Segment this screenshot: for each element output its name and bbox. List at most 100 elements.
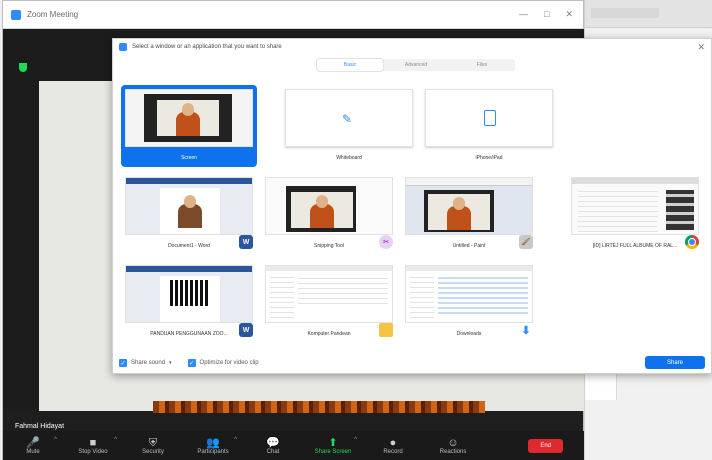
toolbar-label: Stop Video xyxy=(78,449,108,455)
toolbar-mute-button[interactable]: 🎤 Mute ^ xyxy=(3,431,63,460)
paint-icon: 🖌 xyxy=(519,235,533,249)
tile-caption: Whiteboard xyxy=(336,155,362,161)
chevron-down-icon[interactable]: ▾ xyxy=(169,360,172,366)
toolbar-label: Record xyxy=(383,449,403,455)
tile-thumbnail xyxy=(425,89,553,147)
chevron-up-icon[interactable]: ^ xyxy=(54,437,57,443)
dialog-title: Select a window or an application that y… xyxy=(132,44,282,50)
tile-thumbnail xyxy=(405,265,533,323)
tile-caption: Document1 - Word xyxy=(168,243,210,249)
record-icon: ● xyxy=(389,437,397,449)
word-icon: W xyxy=(239,235,253,249)
tile-thumbnail xyxy=(265,177,393,235)
participant-name: Fahmal Hidayat xyxy=(15,423,65,430)
shield-icon: ⛨ xyxy=(148,437,158,449)
dialog-titlebar: Select a window or an application that y… xyxy=(113,39,711,55)
window-title: Zoom Meeting xyxy=(27,10,79,19)
video-background-pattern xyxy=(153,401,485,413)
explorer-file-list xyxy=(298,274,388,304)
snipping-tool-icon: ✂ xyxy=(379,235,393,249)
webcam-person-preview xyxy=(157,100,219,136)
whiteboard-pen-icon: ✎ xyxy=(342,112,353,126)
share-sound-option[interactable]: ✓ Share sound ▾ xyxy=(119,359,172,367)
share-tile-iphone-ipad[interactable]: iPhone/iPad xyxy=(421,85,557,167)
optimize-video-option[interactable]: ✓ Optimize for video clip xyxy=(187,359,259,367)
share-screen-icon: ⬆ xyxy=(328,437,338,449)
qr-code-image xyxy=(170,280,208,306)
tab-basic[interactable]: Basic xyxy=(317,59,383,71)
toolbar-stop-video-button[interactable]: ■ Stop Video ^ xyxy=(63,431,123,460)
reactions-icon: ☺ xyxy=(447,437,459,449)
word-embedded-photo xyxy=(159,192,221,228)
toolbar-label: Share Screen xyxy=(314,449,352,455)
window-controls: — □ ✕ xyxy=(519,9,583,20)
word-ribbon xyxy=(126,266,252,272)
window-titlebar: Zoom Meeting — □ ✕ xyxy=(3,1,583,29)
share-tile-word[interactable]: Document1 - Word W xyxy=(121,173,257,255)
share-tile-word-2[interactable]: PANDUAN PENGGUNAAN ZOO... W xyxy=(121,261,257,343)
share-screen-dialog: Select a window or an application that y… xyxy=(112,38,712,374)
chat-icon: 💬 xyxy=(266,437,280,449)
toolbar-record-button[interactable]: ● Record xyxy=(363,431,423,460)
tile-caption: PANDUAN PENGGUNAAN ZOO... xyxy=(150,331,228,337)
end-meeting-button[interactable]: End xyxy=(528,439,563,453)
paint-ribbon xyxy=(406,178,532,186)
explorer-sidebar xyxy=(270,274,294,318)
share-tile-whiteboard[interactable]: ✎ Whiteboard xyxy=(281,85,417,167)
tile-caption: Komputer Pandean xyxy=(307,331,351,337)
explorer-toolbar xyxy=(406,266,532,271)
share-tile-screen[interactable]: Screen xyxy=(121,85,257,167)
camera-icon: ■ xyxy=(89,437,97,449)
share-tile-snipping-tool[interactable]: Snipping Tool ✂ xyxy=(261,173,397,255)
zoom-logo-icon xyxy=(119,43,127,51)
share-sound-checkbox[interactable]: ✓ xyxy=(119,359,127,367)
webcam-person-preview xyxy=(291,192,353,228)
toolbar-security-button[interactable]: ⛨ Security xyxy=(123,431,183,460)
share-tile-downloads[interactable]: Downloads ⬇ xyxy=(401,261,537,343)
tab-files[interactable]: Files xyxy=(449,59,515,71)
share-tabs: Basic Advanced Files xyxy=(317,59,515,71)
tile-caption: Downloads xyxy=(456,331,482,337)
toolbar-label: Security xyxy=(142,449,164,455)
share-tile-file-explorer[interactable]: Komputer Pandean xyxy=(261,261,397,343)
dialog-close-button[interactable]: ✕ xyxy=(697,42,705,53)
share-button[interactable]: Share xyxy=(645,356,705,369)
chevron-up-icon[interactable]: ^ xyxy=(114,437,117,443)
share-tile-paint[interactable]: Untitled - Paint 🖌 xyxy=(401,173,537,255)
tile-caption: Untitled - Paint xyxy=(452,243,486,249)
toolbar-reactions-button[interactable]: ☺ Reactions xyxy=(423,431,483,460)
browser-tabstrip xyxy=(572,178,698,184)
toolbar-participants-button[interactable]: 👥 Participants ^ xyxy=(183,431,243,460)
background-app-tab[interactable] xyxy=(591,8,659,18)
microphone-icon: 🎤 xyxy=(26,437,40,449)
minimize-button[interactable]: — xyxy=(519,9,528,20)
chevron-up-icon[interactable]: ^ xyxy=(234,437,237,443)
maximize-button[interactable]: □ xyxy=(544,9,549,20)
toolbar-label: Chat xyxy=(266,449,280,455)
browser-video-list xyxy=(666,190,694,230)
toolbar-label: Participants xyxy=(197,449,229,455)
tile-caption: Screen xyxy=(181,155,197,161)
meeting-toolbar: 🎤 Mute ^ ■ Stop Video ^ ⛨ Security 👥 Participants… xyxy=(3,431,585,460)
chrome-icon xyxy=(685,235,699,249)
tile-thumbnail xyxy=(405,177,533,235)
tile-thumbnail xyxy=(125,265,253,323)
toolbar-share-screen-button[interactable]: ⬆ Share Screen ^ xyxy=(303,431,363,460)
window-close-button[interactable]: ✕ xyxy=(565,9,573,20)
share-tile-chrome[interactable]: [ID] LIRTEJ FULL ALBUME OF RAL... xyxy=(567,173,703,255)
toolbar-label: Mute xyxy=(26,449,40,455)
toolbar-chat-button[interactable]: 💬 Chat xyxy=(243,431,303,460)
share-sound-label: Share sound xyxy=(131,360,166,366)
tile-caption: iPhone/iPad xyxy=(475,155,503,161)
optimize-video-checkbox[interactable]: ✓ xyxy=(187,359,196,367)
word-icon: W xyxy=(239,323,253,337)
encryption-shield-icon[interactable] xyxy=(19,63,27,72)
optimize-video-label: Optimize for video clip xyxy=(199,360,259,366)
toolbar-label: Reactions xyxy=(439,449,467,455)
dialog-footer: ✓ Share sound ▾ ✓ Optimize for video cli… xyxy=(113,353,711,373)
tile-thumbnail: ✎ xyxy=(285,89,413,147)
ipad-icon xyxy=(484,110,496,126)
tab-advanced[interactable]: Advanced xyxy=(383,59,449,71)
tile-thumbnail xyxy=(265,265,393,323)
chevron-up-icon[interactable]: ^ xyxy=(354,437,357,443)
